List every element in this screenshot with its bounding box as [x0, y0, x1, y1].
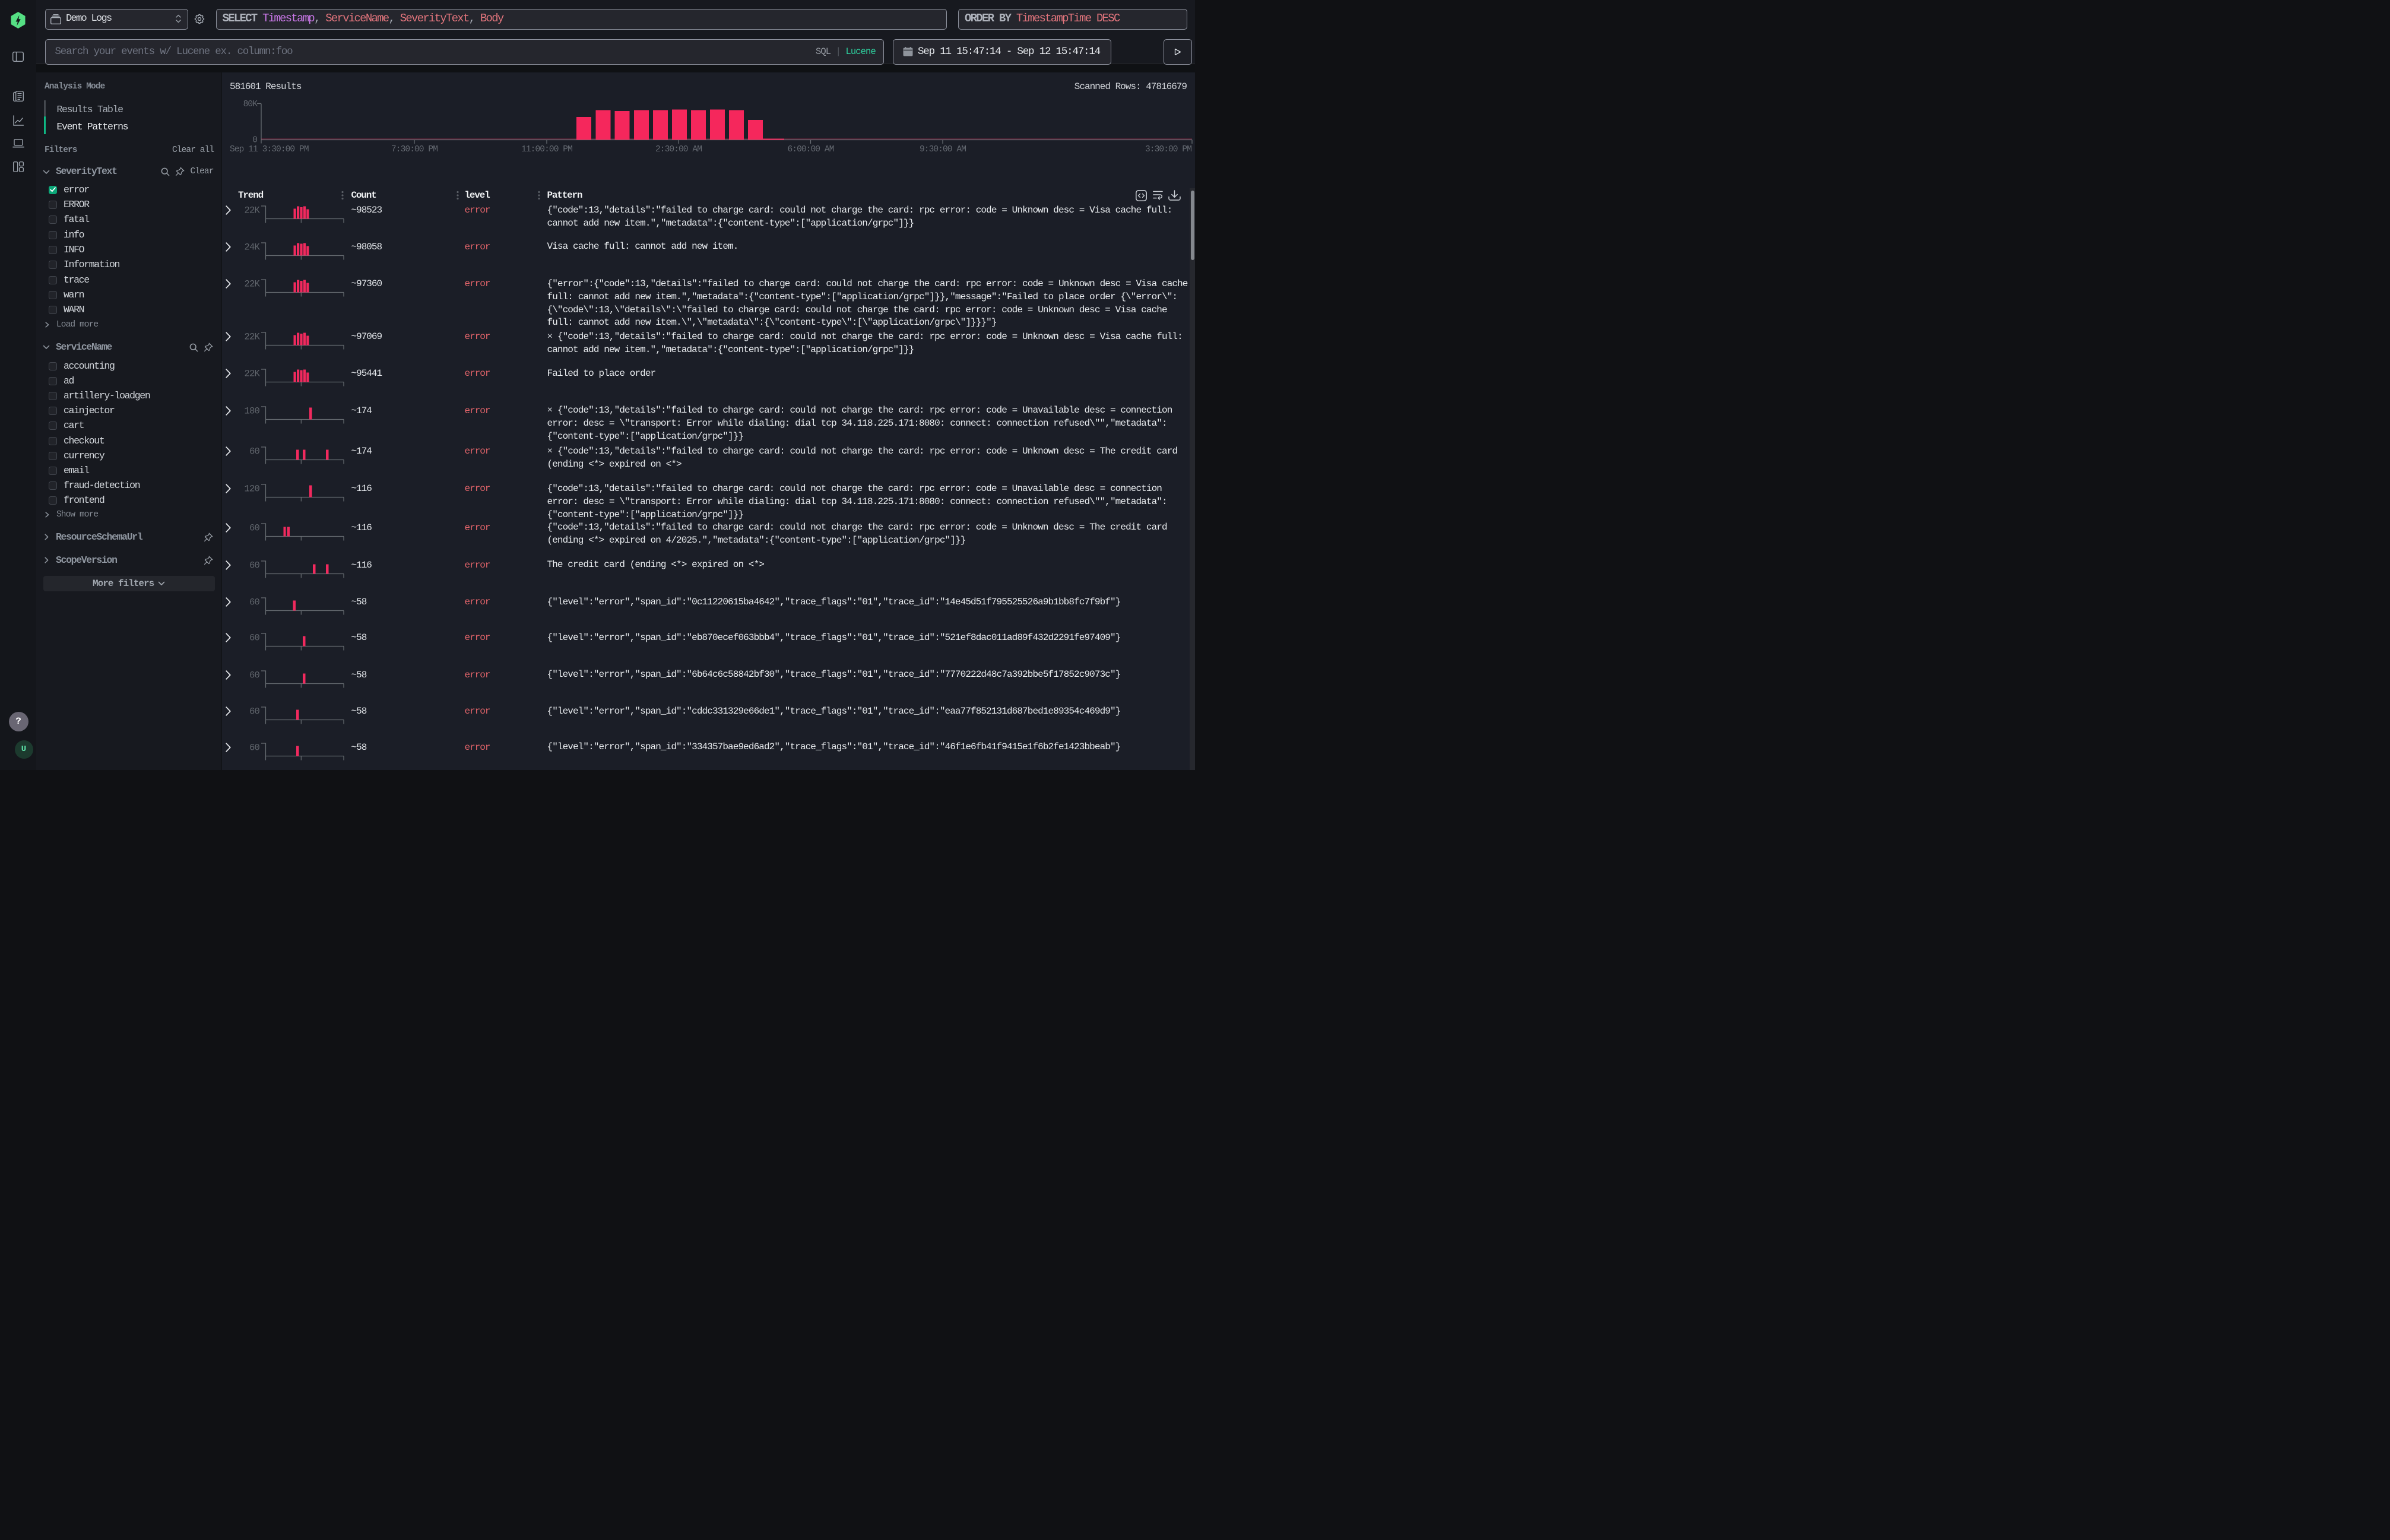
svg-text:60: 60 — [249, 560, 260, 571]
svg-text:60: 60 — [249, 597, 260, 608]
svg-text:11:00:00 PM: 11:00:00 PM — [521, 145, 572, 154]
svg-text:60: 60 — [249, 522, 260, 533]
svg-text:7:30:00 PM: 7:30:00 PM — [391, 145, 438, 154]
svg-text:0: 0 — [252, 136, 257, 145]
svg-text:24K: 24K — [244, 242, 260, 252]
svg-text:180: 180 — [244, 405, 259, 416]
svg-text:60: 60 — [249, 706, 260, 717]
svg-text:22K: 22K — [244, 332, 260, 343]
svg-text:22K: 22K — [244, 369, 260, 379]
svg-text:60: 60 — [249, 742, 260, 753]
svg-text:9:30:00 AM: 9:30:00 AM — [920, 145, 966, 154]
svg-text:120: 120 — [244, 484, 259, 495]
svg-text:22K: 22K — [244, 279, 260, 290]
svg-text:80K: 80K — [243, 100, 258, 109]
svg-text:60: 60 — [249, 446, 260, 457]
svg-text:22K: 22K — [244, 205, 260, 216]
svg-text:60: 60 — [249, 670, 260, 680]
svg-text:2:30:00 AM: 2:30:00 AM — [655, 145, 702, 154]
svg-text:6:00:00 AM: 6:00:00 AM — [787, 145, 833, 154]
svg-text:60: 60 — [249, 633, 260, 644]
svg-text:3:30:00 PM: 3:30:00 PM — [1145, 145, 1191, 154]
svg-text:Sep 11 3:30:00 PM: Sep 11 3:30:00 PM — [230, 145, 309, 154]
